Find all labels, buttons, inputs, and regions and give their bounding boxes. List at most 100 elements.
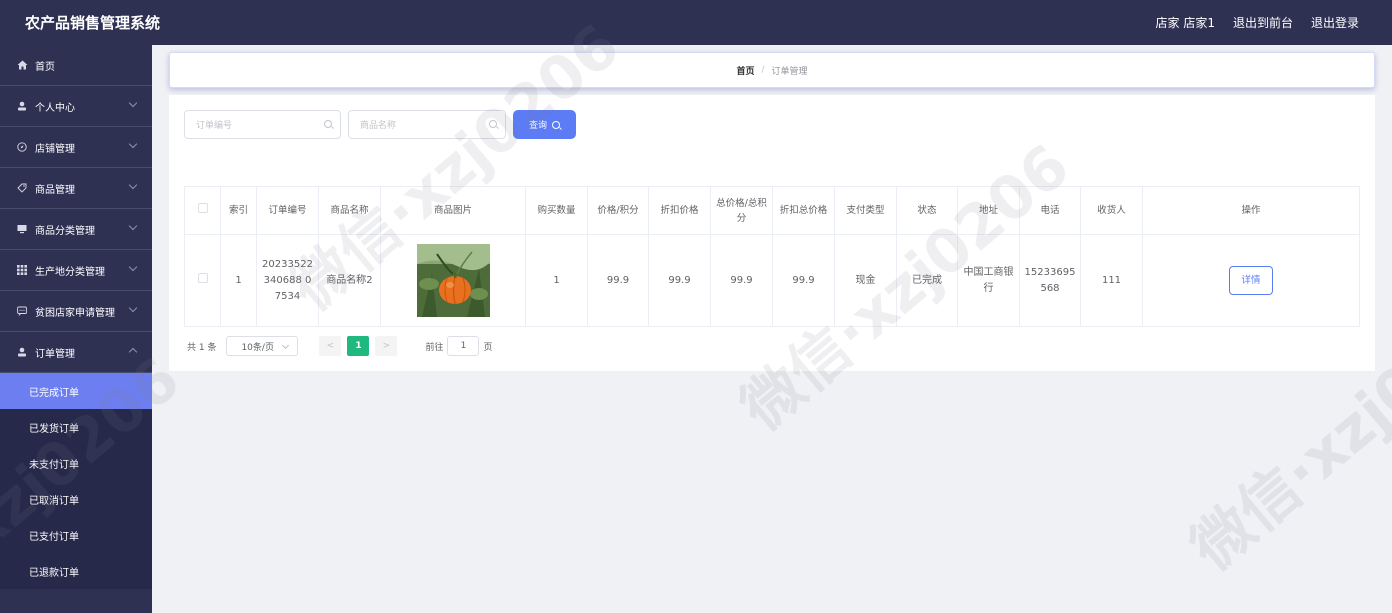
discount-total-cell: 99.9	[772, 234, 835, 327]
breadcrumb: 首页 / 订单管理	[169, 52, 1375, 88]
user-icon	[16, 346, 28, 358]
prev-page-button[interactable]: <	[319, 336, 342, 356]
submenu-cancelled-orders[interactable]: 已取消订单	[0, 481, 152, 517]
chevron-down-icon	[128, 303, 138, 313]
sidebar-item-products[interactable]: 商品管理	[0, 168, 152, 209]
submenu-shipped-orders[interactable]: 已发货订单	[0, 409, 152, 445]
total-price-cell: 99.9	[710, 234, 773, 327]
user-label: 店家 店家1	[1155, 16, 1215, 30]
header-cell: 状态	[896, 186, 958, 235]
home-icon	[16, 59, 28, 71]
header-cell: 商品图片	[380, 186, 526, 235]
chevron-down-icon	[128, 139, 138, 149]
status-cell: 已完成	[896, 234, 958, 327]
submenu-completed-orders[interactable]: 已完成订单	[0, 373, 152, 409]
pagination: 共 1 条 10条/页 < 1 > 前往 1 页	[187, 336, 492, 356]
product-name-cell: 商品名称2	[318, 234, 381, 327]
header-cell: 收货人	[1080, 186, 1143, 235]
header-cell: 折扣总价格	[772, 186, 835, 235]
compass-icon	[16, 141, 28, 153]
breadcrumb-separator: /	[761, 65, 765, 75]
page-suffix: 页	[483, 342, 493, 353]
header-cell: 支付类型	[834, 186, 897, 235]
header-cell: 电话	[1019, 186, 1081, 235]
header-cell: 地址	[957, 186, 1020, 235]
message-icon	[16, 305, 28, 317]
receiver-cell: 111	[1080, 234, 1143, 327]
select-all-cell	[184, 186, 221, 235]
page-size-select[interactable]: 10条/页	[226, 336, 299, 356]
submenu-paid-orders[interactable]: 已支付订单	[0, 517, 152, 553]
sidebar-item-label: 贫困店家申请管理	[35, 307, 115, 319]
sidebar-item-profile[interactable]: 个人中心	[0, 86, 152, 127]
order-no-search-input[interactable]: 订单编号	[184, 110, 341, 139]
query-button[interactable]: 查询	[513, 110, 576, 139]
chevron-up-icon	[128, 347, 138, 357]
front-link[interactable]: 退出到前台	[1233, 14, 1293, 31]
row-checkbox[interactable]	[197, 272, 208, 283]
sidebar-item-label: 首页	[35, 61, 55, 73]
chevron-down-icon	[128, 180, 138, 190]
table-header-row: 索引 订单编号 商品名称 商品图片 购买数量 价格/积分 折扣价格 总价格/总积…	[184, 186, 1360, 235]
header-cell: 价格/积分	[587, 186, 649, 235]
sidebar-item-origin-category[interactable]: 生产地分类管理	[0, 250, 152, 291]
content-card: 订单编号 商品名称 查询 索引 订单编号 商品名称 商品图片 购买数量 价格/积…	[169, 95, 1375, 371]
phone-cell: 15233695568	[1019, 234, 1081, 327]
next-page-button[interactable]: >	[375, 336, 398, 356]
select-all-checkbox[interactable]	[197, 203, 208, 213]
sidebar-item-product-category[interactable]: 商品分类管理	[0, 209, 152, 250]
page-number-current[interactable]: 1	[347, 336, 370, 356]
product-name-search-input[interactable]: 商品名称	[348, 110, 506, 139]
price-cell: 99.9	[587, 234, 649, 327]
sidebar-item-label: 订单管理	[35, 348, 75, 360]
chevron-down-icon	[128, 262, 138, 272]
query-button-label: 查询	[528, 121, 547, 131]
sidebar-item-poverty-apply[interactable]: 贫困店家申请管理	[0, 291, 152, 332]
goto-label: 前往	[425, 342, 444, 353]
logout-link[interactable]: 退出登录	[1311, 14, 1359, 31]
sidebar-item-label: 商品分类管理	[35, 225, 95, 237]
order-no-cell: 20233522340688 07534	[256, 234, 319, 327]
search-icon	[552, 120, 560, 129]
detail-button[interactable]: 详情	[1229, 266, 1273, 295]
sidebar-item-label: 商品管理	[35, 184, 75, 196]
address-cell: 中国工商银行	[957, 234, 1020, 327]
discount-price-cell: 99.9	[648, 234, 711, 327]
submenu-refunded-orders[interactable]: 已退款订单	[0, 553, 152, 589]
submenu-unpaid-orders[interactable]: 未支付订单	[0, 445, 152, 481]
tag-icon	[16, 182, 28, 194]
header-cell: 总价格/总积分	[710, 186, 773, 235]
sidebar-item-home[interactable]: 首页	[0, 45, 152, 86]
search-icon	[324, 120, 332, 128]
header-cell: 订单编号	[256, 186, 319, 235]
orders-table: 索引 订单编号 商品名称 商品图片 购买数量 价格/积分 折扣价格 总价格/总积…	[184, 186, 1360, 327]
goto-page-value: 1	[460, 341, 467, 351]
breadcrumb-home[interactable]: 首页	[736, 64, 754, 77]
app-title: 农产品销售管理系统	[25, 14, 161, 32]
search-icon	[489, 120, 497, 128]
top-right-links: 店家 店家1 退出到前台 退出登录	[1156, 0, 1359, 45]
sidebar-item-label: 店铺管理	[35, 143, 75, 155]
user-icon	[16, 100, 28, 112]
sidebar: 首页 个人中心 店铺管理 商品管理 商品分类管理 生产地分类管理 贫困店家申请管…	[0, 45, 152, 613]
chevron-left-icon: <	[326, 341, 335, 351]
table-row: 1 20233522340688 07534 商品名称2 1 99.9 99.9…	[184, 234, 1360, 327]
pumpkin-product-image	[416, 244, 490, 317]
row-select-cell	[184, 234, 221, 327]
goto-page-input[interactable]: 1	[447, 336, 480, 356]
monitor-icon	[16, 223, 28, 235]
header-cell: 索引	[220, 186, 257, 235]
pagination-total: 共 1 条	[187, 342, 217, 353]
breadcrumb-current: 订单管理	[771, 66, 808, 77]
header-cell: 折扣价格	[648, 186, 711, 235]
pay-type-cell: 现金	[834, 234, 897, 327]
chevron-right-icon: >	[382, 341, 391, 351]
chevron-down-icon	[128, 98, 138, 108]
index-cell: 1	[220, 234, 257, 327]
sidebar-item-orders[interactable]: 订单管理	[0, 332, 152, 373]
page-size-value: 10条/页	[241, 342, 274, 353]
sidebar-item-label: 个人中心	[35, 102, 75, 114]
quantity-cell: 1	[525, 234, 588, 327]
header-cell: 操作	[1142, 186, 1360, 235]
sidebar-item-shop[interactable]: 店铺管理	[0, 127, 152, 168]
